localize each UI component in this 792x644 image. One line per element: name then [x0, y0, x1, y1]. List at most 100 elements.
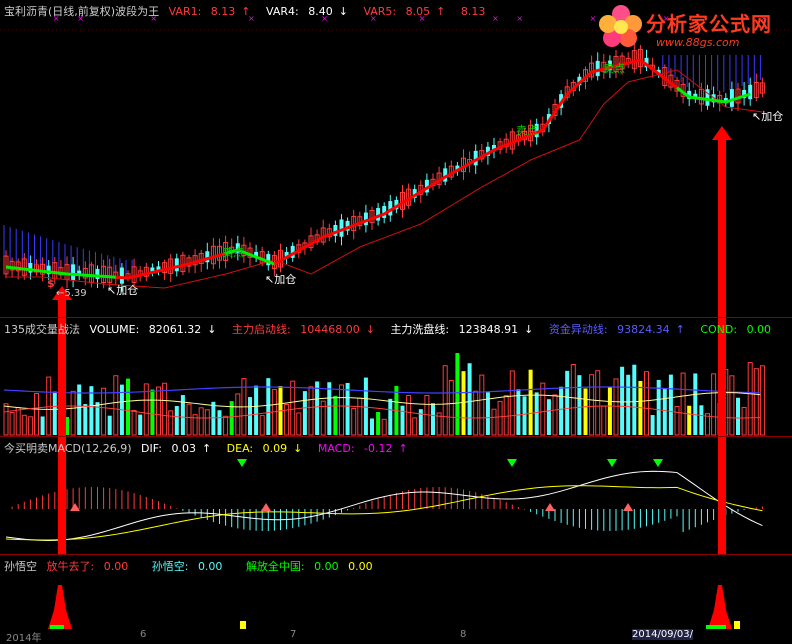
candle-body [595, 60, 600, 77]
volume-bar [388, 398, 393, 435]
volume-title: 135成交量战法 [4, 323, 80, 336]
volume-bar [479, 374, 485, 436]
s2-readout: 孙悟空: 0.00 [151, 560, 223, 573]
volume-bar [589, 374, 595, 436]
date-label-5: 2014/09/03/ [632, 629, 694, 640]
volume-bar [747, 362, 753, 436]
site-logo: 分析家公式网 www.88gs.com [596, 2, 792, 56]
volume-bar [284, 404, 290, 436]
volume-bar [254, 385, 259, 435]
volume-bar [522, 396, 527, 435]
var5-readout: VAR5: 8.05 ↑ [363, 5, 446, 18]
volume-bar [736, 397, 740, 435]
volume-bar [376, 412, 381, 435]
volume-bar [46, 376, 52, 436]
volume-bar [21, 414, 27, 436]
buy-arrow-shaft [718, 437, 726, 554]
up-arrow-icon [70, 503, 80, 511]
volume-bar [540, 382, 546, 436]
macd-title: 今买明卖MACD(12,26,9) [4, 442, 132, 455]
var4-readout: VAR4: 8.40 ↓ [266, 5, 348, 18]
candle-body [174, 258, 179, 272]
date-label-1: 2014年 [6, 633, 42, 644]
down-arrow-icon [653, 459, 663, 467]
fund-line-readout: 资金异动线: 93824.34 ↑ [548, 323, 685, 336]
volume-bar [333, 395, 338, 435]
volume-bar [9, 412, 15, 436]
annotation-sell-3: 卖点 [603, 62, 625, 75]
volume-bar [674, 406, 680, 436]
volume-bar [174, 406, 179, 435]
volume-bar [180, 395, 185, 435]
signal-block [706, 625, 726, 629]
volume-bar [113, 375, 119, 436]
volume-bar [461, 371, 466, 435]
volume-bar [107, 415, 112, 435]
volume-bar [509, 370, 515, 436]
annotation-add-3: ↖加仓 [752, 110, 784, 123]
volume-bar [357, 397, 363, 436]
buy-arrow-shaft [718, 140, 726, 317]
stock-title: 宝利沥青(日线,前复权) [4, 5, 116, 18]
volume-bar [168, 410, 174, 436]
wash-line-readout: 主力洗盘线: 123848.91 ↓ [390, 323, 534, 336]
volume-bar [662, 388, 667, 435]
volume-bar [467, 363, 472, 435]
volume-bar [235, 393, 241, 436]
volume-header: 135成交量战法 VOLUME: 82061.32 ↓ 主力启动线: 104468… [4, 321, 783, 337]
volume-bar [570, 364, 576, 436]
volume-bar [70, 390, 76, 436]
volume-bar [52, 391, 57, 435]
volume-bar [290, 380, 296, 436]
macd-pane[interactable]: 今买明卖MACD(12,26,9) DIF: 0.03 ↑ DEA: 0.09 ↓ … [0, 437, 792, 554]
volume-bar [546, 399, 551, 435]
annotation-add-2: ↖加仓 [265, 273, 297, 286]
volume-bar [607, 387, 612, 435]
signal-title: 孙悟空 [4, 560, 37, 573]
signal-block [734, 621, 740, 629]
macd-header: 今买明卖MACD(12,26,9) DIF: 0.03 ↑ DEA: 0.09 ↓ … [4, 440, 420, 456]
price-pane[interactable]: × × × × × × × × × × × × 宝利沥青(日线,前复权)波段为王 VAR1: 8.13… [0, 0, 792, 317]
signal-block [50, 625, 64, 629]
volume-bar [34, 392, 39, 436]
volume-bar [327, 382, 332, 435]
volume-bar [308, 386, 314, 436]
volume-bar [131, 409, 137, 436]
volume-bar [217, 410, 222, 435]
annotation-sell-2: 卖点 [516, 124, 538, 137]
volume-bar [632, 364, 637, 435]
logo-url: www.88gs.com [656, 36, 740, 49]
signal-block [240, 621, 246, 629]
volume-readout: VOLUME: 82061.32 ↓ [89, 323, 217, 336]
volume-bar [455, 353, 460, 435]
volume-bar [150, 389, 155, 435]
signal-spike [708, 585, 732, 629]
volume-bar [198, 407, 204, 436]
volume-bar [595, 370, 601, 436]
volume-bar [601, 405, 607, 436]
up-arrow-icon [623, 503, 633, 511]
volume-bar [412, 417, 418, 436]
date-label-2: 6 [140, 629, 147, 640]
volume-bar [552, 394, 558, 436]
signal-pane[interactable]: 孙悟空 放牛去了: 0.00 孙悟空: 0.00 解放全中国: 0.00 0.0… [0, 555, 792, 629]
logo-text: 分析家公式网 [646, 12, 772, 36]
volume-bar [339, 384, 344, 436]
signal-header: 孙悟空 放牛去了: 0.00 孙悟空: 0.00 解放全中国: 0.00 0.0… [4, 558, 385, 574]
volume-bar [302, 391, 307, 435]
down-arrow-icon [507, 459, 517, 467]
volume-bar [248, 397, 252, 435]
volume-bar [126, 378, 130, 435]
volume-bar [418, 409, 423, 435]
volume-bar [442, 365, 448, 436]
down-arrow-icon [237, 459, 247, 467]
ma-line [6, 69, 763, 289]
volume-pane[interactable]: 135成交量战法 VOLUME: 82061.32 ↓ 主力启动线: 104468… [0, 318, 792, 436]
volume-bar [296, 412, 302, 436]
buy-arrow-head [712, 126, 732, 140]
volume-bar [406, 394, 412, 436]
volume-bar [699, 405, 704, 435]
volume-bar [534, 392, 539, 435]
volume-bar [644, 371, 649, 436]
up-arrow-icon [261, 503, 271, 511]
